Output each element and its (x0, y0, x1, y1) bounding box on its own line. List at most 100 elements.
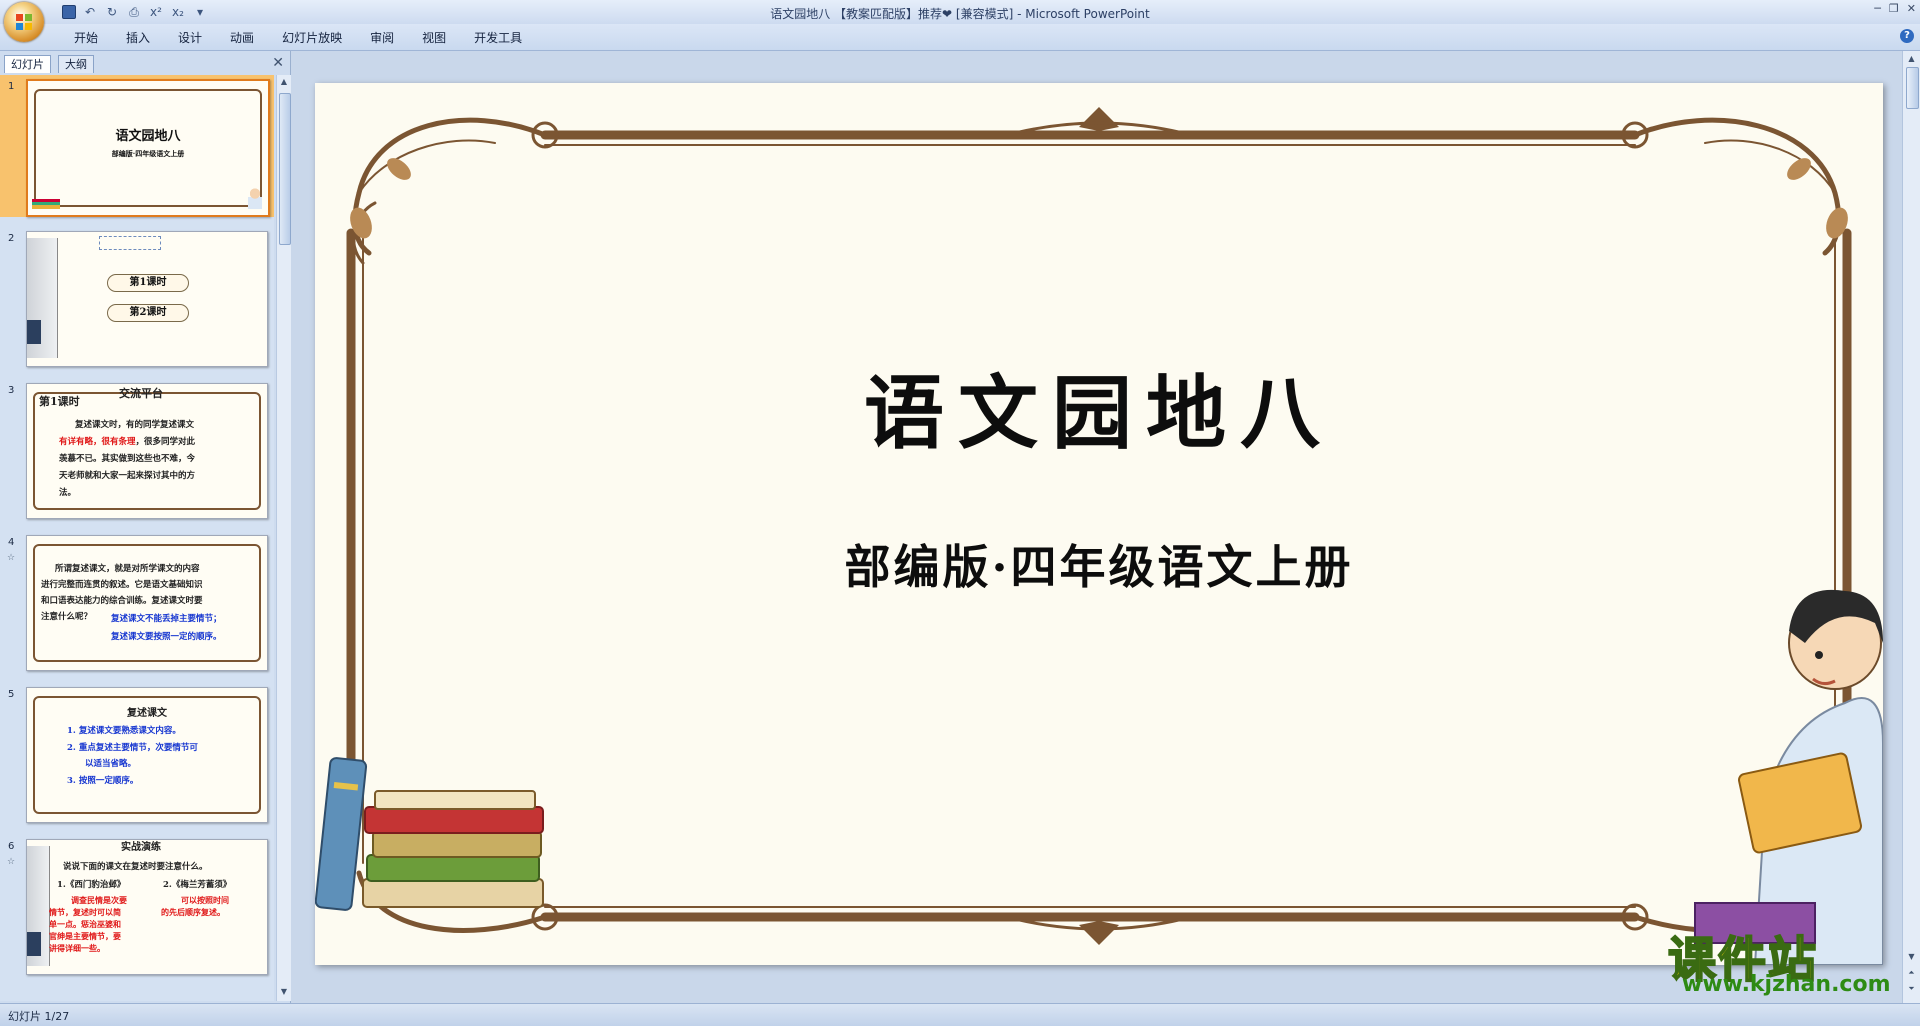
slide-preview: 第1课时 第2课时 (26, 231, 268, 367)
tab-insert[interactable]: 插入 (112, 30, 164, 46)
slide-thumbnails: 1 语文园地八 部编版·四年级语文上册 2 第1课时 第2课时 3 第1课时 交… (0, 75, 274, 1001)
tab-slides[interactable]: 幻灯片 (4, 55, 51, 73)
slide-preview: 第1课时 交流平台 复述课文时，有的同学复述课文 有详有略，很有条理，很多同学对… (26, 383, 268, 519)
thumb-line-red: 单一点。惩治巫婆和 (49, 919, 121, 929)
thumb-header: 实战演练 (121, 842, 161, 853)
thumb-line: 注意什么呢？ (41, 612, 93, 622)
books-image (32, 199, 60, 209)
thumb-header: 交流平台 (119, 387, 163, 400)
slide-number: 1 (8, 81, 15, 92)
thumb-line: 和口语表达能力的综合训练。复述课文时要 (41, 596, 203, 606)
close-icon[interactable]: ✕ (1907, 2, 1916, 15)
scroll-thumb[interactable] (1906, 67, 1919, 109)
animation-star-icon: ☆ (7, 857, 16, 867)
tab-slideshow[interactable]: 幻灯片放映 (268, 30, 356, 46)
slide-canvas[interactable]: 语文园地八 部编版·四年级语文上册 (315, 83, 1883, 965)
tab-outline[interactable]: 大纲 (58, 55, 94, 73)
slide-number: 4 (8, 537, 15, 548)
restore-icon[interactable]: ❐ (1889, 2, 1899, 15)
slide-number: 5 (8, 689, 15, 700)
help-icon[interactable]: ? (1900, 29, 1914, 43)
slide-thumbnail[interactable]: 6 ☆ 实战演练 说说下面的课文在复述时要注意什么。 1.《西门豹治邺》 2.《… (0, 835, 274, 977)
thumb-line-red: 调查民情是次要 (71, 895, 127, 905)
thumb-lesson: 第1课时 (39, 395, 80, 408)
thumb-line: 所谓复述课文，就是对所学课文的内容 (55, 564, 200, 574)
scroll-up-icon[interactable]: ▲ (1905, 53, 1918, 65)
thumb-col-title: 1.《西门豹治邺》 (57, 880, 126, 890)
slide-number: 3 (8, 385, 15, 396)
site-watermark: 课件站 www.kjzhan.com (1667, 920, 1918, 1002)
thumb-line-blue: 复述课文要按照一定的顺序。 (111, 632, 222, 642)
slide-title[interactable]: 语文园地八 (315, 349, 1883, 465)
watermark-url: www.kjzhan.com (1682, 972, 1891, 997)
slide-thumbnail[interactable]: 1 语文园地八 部编版·四年级语文上册 (0, 75, 274, 217)
slide-number: 6 (8, 841, 15, 852)
thumb-line-blue: 2. 重点复述主要情节，次要情节可 (67, 743, 198, 753)
ribbon: 开始 插入 设计 动画 幻灯片放映 审阅 视图 开发工具 ? (0, 24, 1920, 51)
thumbnails-scrollbar[interactable]: ▲ ▼ (276, 75, 291, 1001)
scroll-down-icon[interactable]: ▼ (279, 987, 289, 999)
panel-tabs: 幻灯片 大纲 ✕ (2, 53, 288, 73)
thumb-heading: 复述课文 (127, 708, 167, 719)
slides-panel: 幻灯片 大纲 ✕ 1 语文园地八 部编版·四年级语文上册 2 第1课时 第2课时 (0, 51, 291, 1003)
tab-home[interactable]: 开始 (60, 30, 112, 46)
office-button[interactable] (4, 2, 44, 42)
slide-thumbnail[interactable]: 5 复述课文 1. 复述课文要熟悉课文内容。 2. 重点复述主要情节，次要情节可… (0, 683, 274, 825)
books-image (315, 757, 544, 911)
window-controls: ─ ❐ ✕ (1874, 2, 1916, 15)
slide-edit-area: 语文园地八 部编版·四年级语文上册 (291, 51, 1901, 1003)
thumb-col-title: 2.《梅兰芳蓄须》 (163, 880, 232, 890)
slide-number: 2 (8, 233, 15, 244)
highlight-text: 有详有略，很有条理 (59, 437, 136, 447)
thumb-line: 复述课文时，有的同学复述课文 (75, 420, 195, 430)
tab-developer[interactable]: 开发工具 (460, 30, 536, 46)
scroll-up-icon[interactable]: ▲ (279, 77, 289, 89)
slide-subtitle[interactable]: 部编版·四年级语文上册 (315, 531, 1883, 597)
thumb-line-red: 情节，复述时可以简 (49, 907, 121, 917)
frame-decoration (34, 89, 262, 207)
thumb-line-blue: 以适当省略。 (85, 759, 137, 769)
scroll-thumb[interactable] (279, 93, 291, 245)
slide-preview: 语文园地八 部编版·四年级语文上册 (26, 79, 270, 217)
slide-count-status: 幻灯片 1/27 (8, 1010, 70, 1023)
thumb-line-red: 官绅是主要情节，要 (49, 931, 121, 941)
thumb-header (99, 236, 161, 250)
thumb-item: 第1课时 (107, 274, 189, 292)
tab-marker (27, 320, 41, 344)
thumb-title: 语文园地八 (115, 129, 181, 144)
status-bar: 幻灯片 1/27 (0, 1003, 1920, 1026)
edit-scrollbar[interactable]: ▲ ▼ ⏶ ⏷ (1902, 51, 1920, 1003)
window-title: 语文园地八 【教案匹配版】推荐❤ [兼容模式] - Microsoft Powe… (770, 7, 1150, 21)
slide-preview: 所谓复述课文，就是对所学课文的内容 进行完整而连贯的叙述。它是语文基础知识 和口… (26, 535, 268, 671)
panel-close-icon[interactable]: ✕ (272, 55, 284, 71)
tab-design[interactable]: 设计 (164, 30, 216, 46)
slide-thumbnail[interactable]: 4 ☆ 所谓复述课文，就是对所学课文的内容 进行完整而连贯的叙述。它是语文基础知… (0, 531, 274, 673)
minimize-icon[interactable]: ─ (1874, 2, 1881, 15)
thumb-line-blue: 3. 按照一定顺序。 (67, 776, 139, 786)
slide-preview: 实战演练 说说下面的课文在复述时要注意什么。 1.《西门豹治邺》 2.《梅兰芳蓄… (26, 839, 268, 975)
tab-view[interactable]: 视图 (408, 30, 460, 46)
boy-image (1694, 589, 1883, 965)
thumb-line: 进行完整而连贯的叙述。它是语文基础知识 (41, 580, 203, 590)
thumb-question: 说说下面的课文在复述时要注意什么。 (63, 862, 208, 872)
thumb-item: 第2课时 (107, 304, 189, 322)
slide-thumbnail[interactable]: 2 第1课时 第2课时 (0, 227, 274, 369)
tab-animations[interactable]: 动画 (216, 30, 268, 46)
ornamental-frame (315, 107, 1883, 965)
thumb-line-red: 的先后顺序复述。 (161, 907, 225, 917)
thumb-line-red: 讲得详细一些。 (49, 943, 105, 953)
thumb-line: 天老师就和大家一起来探讨其中的方 (59, 471, 196, 481)
thumb-line: 法。 (59, 488, 77, 498)
office-logo-icon (16, 14, 32, 30)
thumb-line-blue: 复述课文不能丢掉主要情节； (111, 614, 222, 624)
thumb-line-red: 可以按照时间 (181, 895, 229, 905)
slide-thumbnail[interactable]: 3 第1课时 交流平台 复述课文时，有的同学复述课文 有详有略，很有条理，很多同… (0, 379, 274, 521)
animation-star-icon: ☆ (7, 553, 16, 563)
thumb-line-blue: 1. 复述课文要熟悉课文内容。 (67, 726, 181, 736)
tab-marker (27, 932, 41, 956)
ribbon-tabs: 开始 插入 设计 动画 幻灯片放映 审阅 视图 开发工具 (60, 30, 536, 46)
thumb-line: 有详有略，很有条理，很多同学对此 (59, 435, 195, 450)
slide-preview: 复述课文 1. 复述课文要熟悉课文内容。 2. 重点复述主要情节，次要情节可 以… (26, 687, 268, 823)
thumb-subtitle: 部编版·四年级语文上册 (111, 149, 185, 158)
tab-review[interactable]: 审阅 (356, 30, 408, 46)
